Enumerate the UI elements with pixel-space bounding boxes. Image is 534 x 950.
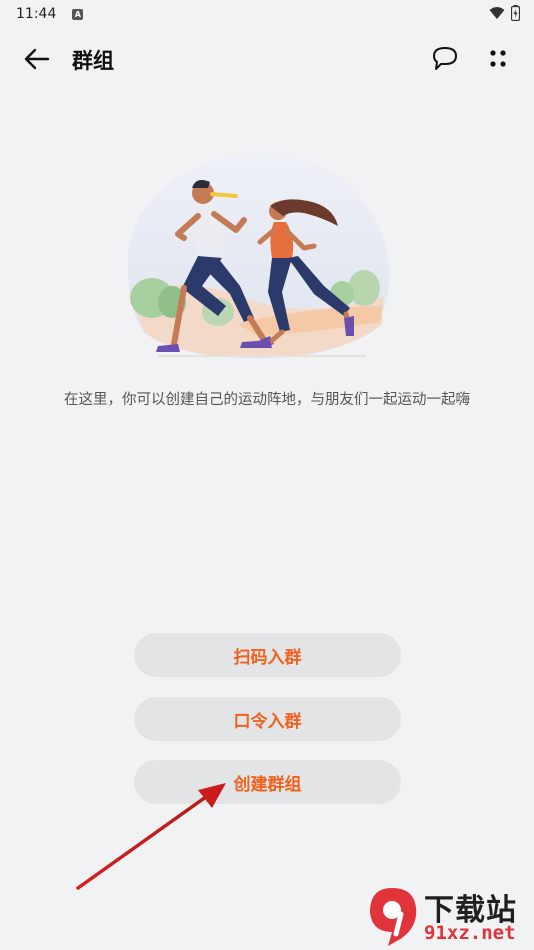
runners-illustration: [127, 153, 390, 359]
status-bar: 11:44 A: [0, 0, 534, 28]
back-arrow-icon: [24, 48, 50, 70]
watermark-logo: [370, 888, 417, 946]
status-time: 11:44: [16, 6, 57, 22]
watermark-text-bottom: 91xz.net: [424, 922, 516, 944]
back-button[interactable]: [20, 46, 54, 72]
more-button[interactable]: [484, 44, 512, 74]
empty-state-description: 在这里，你可以创建自己的运动阵地，与朋友们一起运动一起嗨: [64, 392, 470, 408]
wifi-icon: [489, 7, 505, 19]
app-bar: 群组: [0, 36, 534, 80]
app-notification-icon: A: [72, 8, 84, 20]
create-group-button[interactable]: 创建群组: [134, 760, 401, 804]
more-dots-icon: [490, 50, 506, 67]
watermark: 下载站 91xz.net: [362, 884, 534, 948]
status-right: [489, 5, 520, 21]
page-title: 群组: [72, 49, 114, 73]
chat-bubble-icon: [433, 47, 457, 70]
scan-to-join-button[interactable]: 扫码入群: [134, 633, 401, 677]
chat-button[interactable]: [430, 44, 460, 74]
battery-icon: [511, 5, 520, 21]
password-join-button[interactable]: 口令入群: [134, 697, 401, 741]
